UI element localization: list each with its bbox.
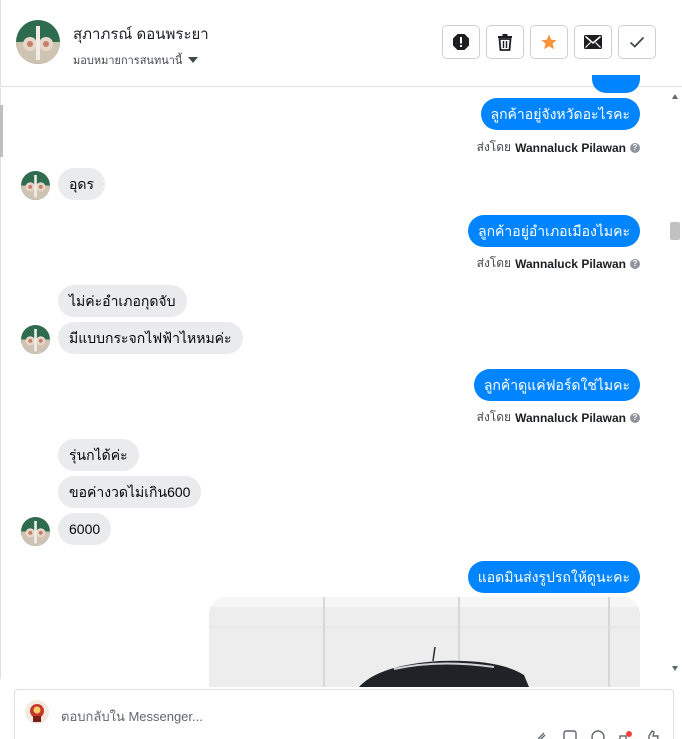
page-avatar <box>25 700 49 724</box>
message-in[interactable]: ขอค่างวดไม่เกิน600 <box>58 476 202 508</box>
conversation-header: สุภาภรณ์ ดอนพระยา มอบหมายการสนทนานี้ <box>0 0 682 87</box>
sent-by-label: ส่งโดย Wannaluck Pilawan ? <box>477 408 640 427</box>
composer-tools <box>535 730 659 739</box>
gif-icon[interactable] <box>619 730 633 739</box>
emoji-icon[interactable] <box>591 730 605 739</box>
assign-conversation-dropdown[interactable]: มอบหมายการสนทนานี้ <box>73 51 199 69</box>
message-in[interactable]: 6000 <box>58 513 112 545</box>
like-icon[interactable] <box>647 730 659 739</box>
sent-by-name[interactable]: Wannaluck Pilawan <box>515 411 626 425</box>
help-icon[interactable]: ? <box>630 258 640 269</box>
message-out[interactable]: แอดมินส่งรูปรถให้ดูนะคะ <box>467 561 640 593</box>
help-icon[interactable]: ? <box>630 412 640 423</box>
header-actions <box>442 25 656 59</box>
mail-icon <box>584 35 602 49</box>
message-out[interactable]: ลูกค้าดูแค่ฟอร์ดใช่ไมคะ <box>473 369 640 401</box>
customer-avatar-small <box>21 517 50 546</box>
customer-avatar[interactable] <box>16 20 60 64</box>
message-in[interactable]: มีแบบกระจกไฟฟ้าไหหมค่ะ <box>58 322 243 354</box>
message-in[interactable]: ไม่ค่ะอำเภอกุดจับ <box>58 285 187 317</box>
mark-spam-button[interactable] <box>442 25 480 59</box>
customer-name: สุภาภรณ์ ดอนพระยา <box>73 26 209 43</box>
customer-avatar-small <box>21 325 50 354</box>
sent-by-prefix: ส่งโดย <box>476 140 512 154</box>
thread-scrollbar[interactable] <box>668 88 682 679</box>
scroll-up-icon[interactable] <box>672 94 678 99</box>
panel-edge <box>0 105 3 157</box>
message-in[interactable]: อุดร <box>58 168 106 200</box>
reply-composer: ตอบกลับใน Messenger... <box>14 689 674 739</box>
trash-icon <box>498 34 512 51</box>
message-in[interactable]: รุ่นกได้ค่ะ <box>58 439 139 471</box>
mark-done-button[interactable] <box>618 25 656 59</box>
sent-by-label: ส่งโดย Wannaluck Pilawan ? <box>477 254 640 273</box>
message-out-partial[interactable] <box>592 75 640 93</box>
mark-unread-button[interactable] <box>574 25 612 59</box>
scroll-down-icon[interactable] <box>672 666 678 671</box>
follow-up-button[interactable] <box>530 25 568 59</box>
message-out[interactable]: ลูกค้าอยู่จังหวัดอะไรคะ <box>480 98 640 130</box>
assign-label: มอบหมายการสนทนานี้ <box>73 55 183 67</box>
spam-icon <box>453 34 469 50</box>
reply-input[interactable]: ตอบกลับใน Messenger... <box>61 706 203 727</box>
check-icon <box>629 36 645 48</box>
sent-by-name[interactable]: Wannaluck Pilawan <box>515 141 626 155</box>
star-icon <box>541 34 557 50</box>
message-out[interactable]: ลูกค้าอยู่อำเภอเมืองไมคะ <box>468 215 640 247</box>
attach-icon[interactable] <box>535 730 549 739</box>
sent-by-name[interactable]: Wannaluck Pilawan <box>515 257 626 271</box>
sent-by-label: ส่งโดย Wannaluck Pilawan ? <box>477 138 640 157</box>
help-icon[interactable]: ? <box>630 142 640 153</box>
delete-button[interactable] <box>486 25 524 59</box>
sent-by-prefix: ส่งโดย <box>476 256 512 270</box>
car-photo-attachment[interactable] <box>209 597 640 687</box>
scrollbar-thumb[interactable] <box>670 222 680 240</box>
sent-by-prefix: ส่งโดย <box>476 410 512 424</box>
customer-avatar-small <box>21 171 50 200</box>
sticker-icon[interactable] <box>563 730 577 739</box>
chevron-down-icon <box>188 57 199 63</box>
